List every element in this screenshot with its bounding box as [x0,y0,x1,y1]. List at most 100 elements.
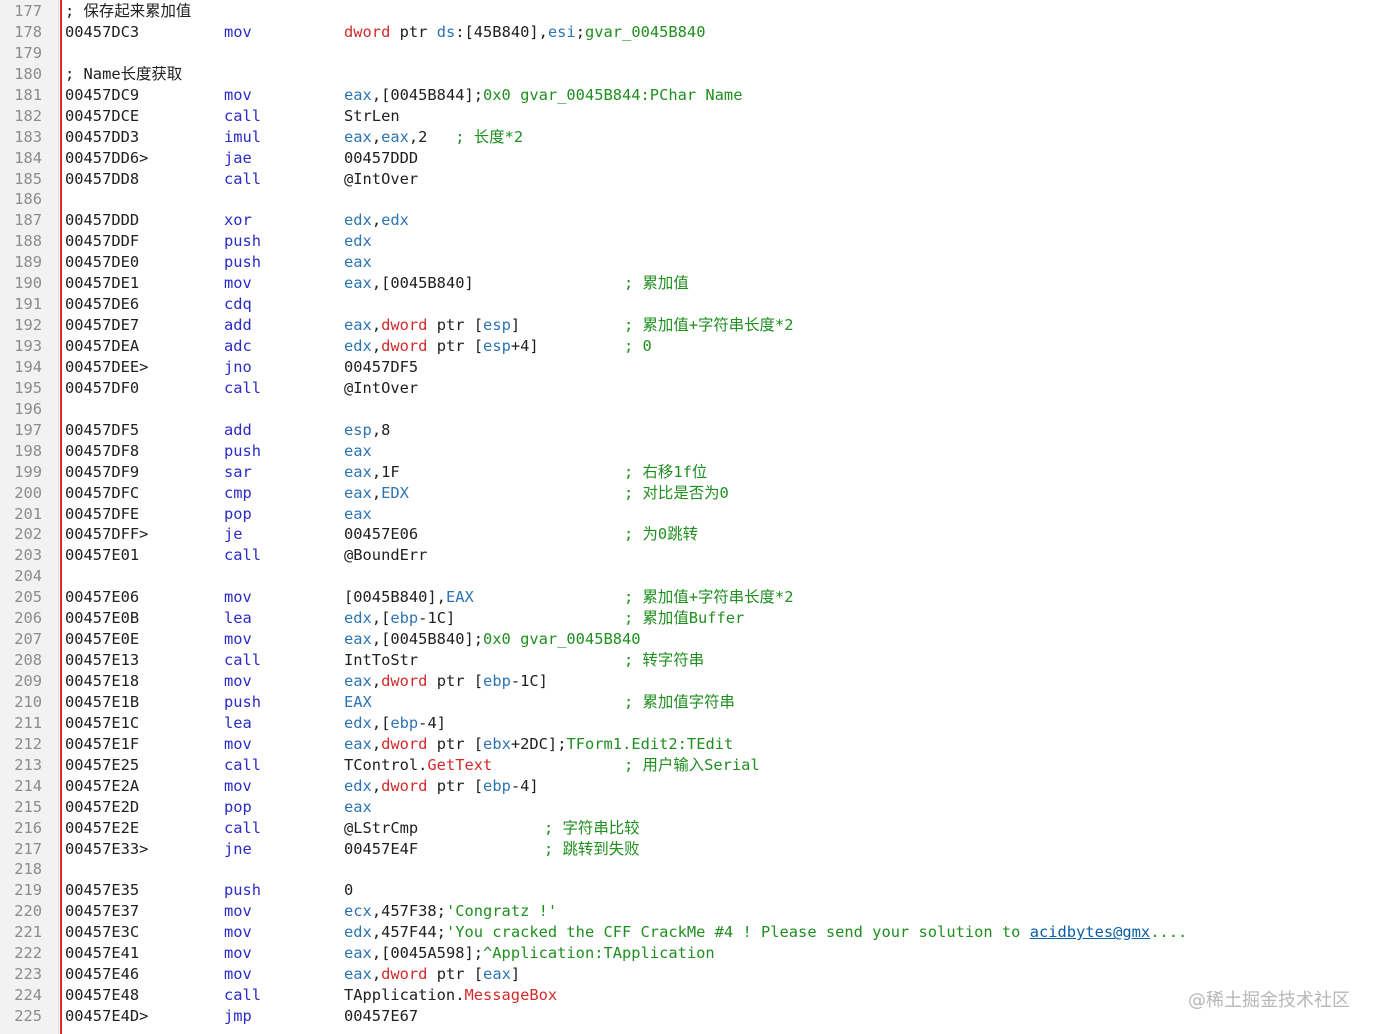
line-number: 218 [14,860,42,879]
code-line[interactable]: 184 00457DD6> jae 00457DDD [0,148,1376,169]
code-line[interactable]: 179 [0,43,1376,64]
operand-token: ptr [390,22,437,41]
instruction-address: 00457DF8 [65,441,140,460]
code-line[interactable]: 215 00457E2D pop eax [0,797,1376,818]
instruction-opcode: mov [224,944,252,963]
code-line[interactable]: 211 00457E1C lea edx,[ebp-4] [0,713,1376,734]
instruction-address: 00457DFC [65,483,140,502]
code-line[interactable]: 195 00457DF0 call @IntOver [0,378,1376,399]
code-line[interactable]: 203 00457E01 call @BoundErr [0,545,1376,566]
code-line[interactable]: 210 00457E1B push EAX ; 累加值字符串 [0,692,1376,713]
inline-comment: ; 字符串比较 [544,818,640,837]
code-line[interactable]: 207 00457E0E mov eax,[0045B840];0x0 gvar_00… [0,629,1376,650]
code-line[interactable]: 185 00457DD8 call @IntOver [0,169,1376,190]
code-line[interactable]: 222 00457E41 mov eax,[0045A598];^Applicatio… [0,943,1376,964]
instruction-operands: edx,457F44;'You cracked the CFF CrackMe … [344,922,1187,943]
code-line[interactable]: 194 00457DEE> jno 00457DF5 [0,357,1376,378]
code-line[interactable]: 204 [0,566,1376,587]
code-line[interactable]: 186 [0,189,1376,210]
line-number: 225 [14,1007,42,1025]
code-line[interactable]: 212 00457E1F mov eax,dword ptr [ebx+2DC];TF… [0,734,1376,755]
code-line[interactable]: 189 00457DE0 push eax [0,252,1376,273]
code-line[interactable]: 219 00457E35 push 0 [0,880,1376,901]
line-number: 186 [14,190,42,209]
operand-token: MessageBox [464,986,558,1005]
operand-token: eax [344,734,372,753]
operand-token: -1C] [418,609,456,628]
code-line[interactable]: 217 00457E33> jne 00457E4F ; 跳转到失败 [0,839,1376,860]
instruction-operands: EAX [344,692,372,713]
code-editor[interactable]: 177 ; 保存起来累加值 178 00457DC3 mov dword ptr ds:[… [0,0,1376,1034]
code-line[interactable]: 209 00457E18 mov eax,dword ptr [ebp-1C] [0,671,1376,692]
instruction-address: 00457DD8 [65,169,140,188]
operand-token: 00457DF5 [344,357,419,376]
code-line[interactable]: 191 00457DE6 cdq [0,294,1376,315]
instruction-opcode: lea [224,609,252,628]
code-line[interactable]: 225 00457E4D> jmp 00457E67 [0,1006,1376,1027]
code-line[interactable]: 221 00457E3C mov edx,457F44;'You cracked th… [0,922,1376,943]
code-line[interactable]: 223 00457E46 mov eax,dword ptr [eax] [0,964,1376,985]
code-line[interactable]: 206 00457E0B lea edx,[ebp-1C] ; 累加值Buffer [0,608,1376,629]
operand-token: eax [344,253,372,272]
instruction-operands: eax,dword ptr [eax] [344,964,520,985]
code-line[interactable]: 177 ; 保存起来累加值 [0,1,1376,22]
line-number: 216 [14,818,42,837]
code-line[interactable]: 187 00457DDD xor edx,edx [0,210,1376,231]
code-line[interactable]: 224 00457E48 call TApplication.MessageBox [0,985,1376,1006]
code-line[interactable]: 182 00457DCE call StrLen [0,106,1376,127]
operand-token: ds [436,22,456,41]
operand-token: eax [344,127,372,146]
code-line[interactable]: 181 00457DC9 mov eax,[0045B844];0x0 gvar_00… [0,85,1376,106]
code-line[interactable]: 197 00457DF5 add esp,8 [0,420,1376,441]
operand-token: .... [1150,923,1188,942]
operand-token: ,[0045B844]; [371,85,484,104]
instruction-operands: eax,dword ptr [ebp-1C] [344,671,548,692]
instruction-address: 00457DF0 [65,378,140,397]
operand-token: esp [344,420,372,439]
code-line[interactable]: 196 [0,399,1376,420]
code-line[interactable]: 214 00457E2A mov edx,dword ptr [ebp-4] [0,776,1376,797]
code-line[interactable]: 202 00457DFF> je 00457E06 ; 为0跳转 [0,524,1376,545]
instruction-address: 00457DEA [65,337,140,355]
code-lines[interactable]: 177 ; 保存起来累加值 178 00457DC3 mov dword ptr ds:[… [0,1,1376,1027]
operand-token: ecx [344,902,372,921]
operand-token: dword [381,776,428,795]
code-line[interactable]: 201 00457DFE pop eax [0,504,1376,525]
line-number: 209 [14,672,42,690]
code-line[interactable]: 199 00457DF9 sar eax,1F ; 右移1f位 [0,462,1376,483]
code-line[interactable]: 208 00457E13 call IntToStr ; 转字符串 [0,650,1376,671]
operand-token: eax [344,630,372,649]
instruction-opcode: je [224,525,243,544]
instruction-operands: TControl.GetText [344,755,492,776]
code-line[interactable]: 200 00457DFC cmp eax,EDX ; 对比是否为0 [0,483,1376,504]
operand-token: edx [344,923,372,942]
line-number: 210 [14,692,42,711]
code-line[interactable]: 216 00457E2E call @LStrCmp ; 字符串比较 [0,818,1376,839]
email-link[interactable]: acidbytes@gmx [1030,923,1150,941]
code-line[interactable]: 193 00457DEA adc edx,dword ptr [esp+4] ; 0 [0,336,1376,357]
code-line[interactable]: 213 00457E25 call TControl.GetText ; 用户输入Ser… [0,755,1376,776]
code-line[interactable]: 180 ; Name长度获取 [0,64,1376,85]
code-line[interactable]: 220 00457E37 mov ecx,457F38;'Congratz !' [0,901,1376,922]
code-line[interactable]: 198 00457DF8 push eax [0,441,1376,462]
operand-token: esp [483,316,511,335]
operand-token: ebp [390,609,419,628]
code-line[interactable]: 190 00457DE1 mov eax,[0045B840] ; 累加值 [0,273,1376,294]
operand-token: eax [344,672,372,690]
operand-token: -4] [418,713,446,732]
line-number: 199 [14,462,42,481]
operand-token: esi [547,22,576,41]
code-line[interactable]: 188 00457DDF push edx [0,231,1376,252]
code-line[interactable]: 192 00457DE7 add eax,dword ptr [esp] ; 累加值+字… [0,315,1376,336]
instruction-opcode: push [224,692,262,711]
code-line[interactable]: 205 00457E06 mov [0045B840],EAX ; 累加值+字符串长度*… [0,587,1376,608]
instruction-opcode: xor [224,211,252,230]
code-line[interactable]: 178 00457DC3 mov dword ptr ds:[45B840],esi;… [0,22,1376,43]
operand-token: edx [344,776,372,795]
code-line[interactable]: 183 00457DD3 imul eax,eax,2 ; 长度*2 [0,127,1376,148]
section-comment: ; Name长度获取 [65,64,183,83]
instruction-opcode: lea [224,713,252,732]
operand-token: , [371,211,382,230]
code-line[interactable]: 218 [0,859,1376,880]
instruction-address: 00457DF9 [65,462,140,481]
